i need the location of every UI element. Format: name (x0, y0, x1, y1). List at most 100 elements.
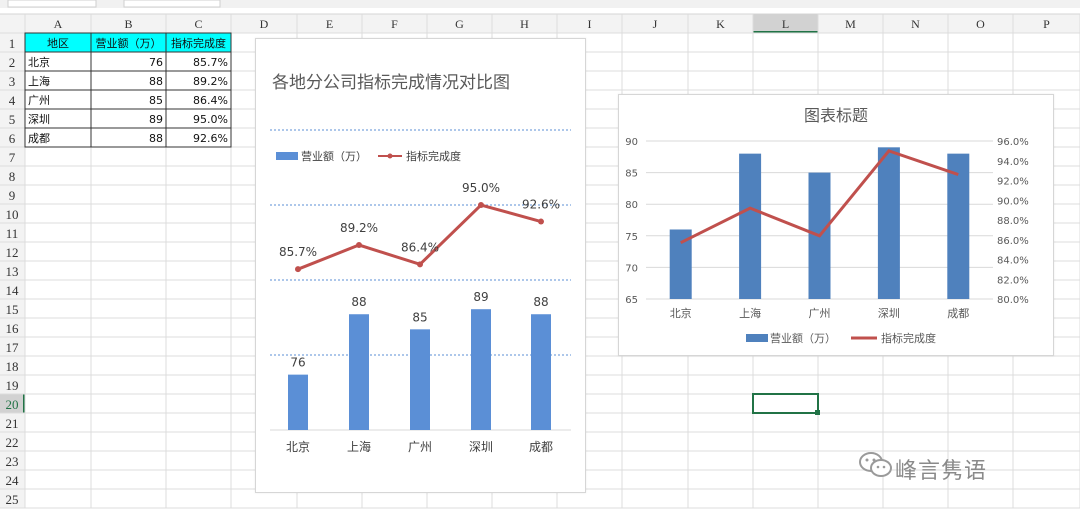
line-data-label: 89.2% (340, 221, 378, 235)
table-cell-value: 92.6% (193, 132, 228, 145)
legend-bar-swatch (746, 334, 768, 342)
chart-untitled[interactable]: 图表标题 65 70 75 80 85 90 80.0% 82.0% 84.0% 86.0% 88.0… (618, 94, 1054, 356)
y-right-tick: 96.0% (997, 137, 1029, 148)
row-header-23[interactable]: 23 (6, 454, 19, 469)
bar (877, 147, 900, 299)
table-cell-value: 89.2% (193, 75, 228, 88)
row-header-3[interactable]: 3 (9, 74, 16, 89)
row-header-5[interactable]: 5 (9, 112, 16, 127)
line-point (478, 202, 484, 208)
row-header-18[interactable]: 18 (6, 359, 19, 374)
row-header-16[interactable]: 16 (6, 321, 20, 336)
table-header-label: 指标完成度 (171, 36, 226, 50)
line-series (297, 203, 542, 271)
row-header-25[interactable]: 25 (6, 492, 19, 507)
column-header-p[interactable]: P (1043, 17, 1050, 31)
x-tick-label: 成都 (529, 440, 553, 454)
column-header-g[interactable]: G (455, 17, 464, 31)
row-header-19[interactable]: 19 (6, 378, 19, 393)
legend-bar-swatch (276, 152, 298, 160)
legend-bar-label: 营业额（万） (301, 149, 367, 163)
column-header-k[interactable]: K (716, 17, 725, 31)
bar-data-label: 76 (290, 356, 305, 370)
line-point (538, 218, 544, 225)
table-header-label: 营业额（万） (96, 36, 162, 50)
row-header-20[interactable]: 20 (6, 397, 19, 412)
y-right-tick: 94.0% (997, 157, 1029, 168)
bar-data-label: 89 (473, 290, 488, 304)
row-header-15[interactable]: 15 (6, 302, 19, 317)
column-header-e[interactable]: E (326, 17, 333, 31)
column-header-j[interactable]: J (653, 17, 658, 31)
y-right-tick: 92.0% (997, 177, 1029, 188)
row-header-13[interactable]: 13 (6, 264, 19, 279)
row-header-21[interactable]: 21 (6, 416, 19, 431)
chart-title: 图表标题 (804, 106, 868, 125)
table-cell-value: 上海 (28, 74, 50, 88)
table-cell-value: 86.4% (193, 94, 228, 107)
line-point (417, 261, 423, 268)
bar-data-label: 88 (533, 295, 548, 309)
row-header-11[interactable]: 11 (6, 226, 19, 241)
workbook-tab[interactable] (7, 0, 97, 8)
y-left-tick: 65 (625, 295, 638, 306)
watermark-text: 峰言隽语 (895, 459, 988, 484)
row-header-14[interactable]: 14 (6, 283, 20, 298)
legend-line-marker (387, 153, 393, 159)
column-header-m[interactable]: M (845, 17, 856, 31)
column-header-h[interactable]: H (520, 17, 529, 31)
table-cell-value: 北京 (28, 55, 50, 69)
table-header-label: 地区 (47, 37, 69, 50)
column-header-o[interactable]: O (976, 17, 985, 31)
watermark: 峰言隽语 (859, 452, 988, 485)
row-header-22[interactable]: 22 (6, 435, 19, 450)
row-header-17[interactable]: 17 (6, 340, 20, 355)
table-cell-value: 广州 (28, 94, 50, 107)
bar (947, 153, 970, 299)
row-header-24[interactable]: 24 (6, 473, 20, 488)
row-header-7[interactable]: 7 (9, 150, 16, 165)
chart1-svg: 各地分公司指标完成情况对比图营业额（万） 指标完成度 76 北京 88 上海 85 广州 89 深… (270, 73, 571, 454)
x-tick-label: 上海 (739, 306, 761, 320)
row-header-2[interactable]: 2 (9, 55, 16, 70)
line-data-label: 92.6% (522, 198, 560, 212)
fill-handle[interactable] (815, 410, 820, 415)
y-right-tick: 82.0% (997, 275, 1029, 286)
column-header-a[interactable]: A (54, 17, 63, 31)
row-header-4[interactable]: 4 (9, 93, 16, 108)
chart-target-completion[interactable]: 各地分公司指标完成情况对比图 营业额（万） 指标完成度 76 北京 88 上海 85 广州 89 深… (255, 38, 586, 493)
chart2-svg: 图表标题 65 70 75 80 85 90 80.0% 82.0% 84.0% 86.0% 88.0… (625, 106, 1029, 345)
column-header-f[interactable]: F (391, 17, 398, 31)
column-header-n[interactable]: N (911, 17, 920, 31)
y-right-tick: 90.0% (997, 196, 1029, 207)
x-tick-label: 北京 (670, 306, 692, 320)
row-header-10[interactable]: 10 (6, 207, 19, 222)
line-point (356, 242, 362, 249)
row-header-1[interactable]: 1 (9, 36, 16, 51)
row-header-9[interactable]: 9 (9, 188, 16, 203)
workbook-tab[interactable] (123, 0, 221, 8)
x-tick-label: 成都 (947, 307, 969, 320)
y-right-tick: 88.0% (997, 216, 1029, 227)
table-cell-value: 95.0% (193, 113, 228, 126)
column-header-i[interactable]: I (588, 17, 592, 31)
row-header-12[interactable]: 12 (6, 245, 19, 260)
x-tick-label: 广州 (408, 440, 432, 454)
active-cell[interactable] (752, 393, 819, 414)
row-header-6[interactable]: 6 (9, 131, 16, 146)
x-tick-label: 深圳 (878, 307, 900, 320)
x-tick-label: 北京 (286, 440, 310, 454)
column-header-d[interactable]: D (260, 17, 269, 31)
column-header-c[interactable]: C (194, 17, 202, 31)
row-header-8[interactable]: 8 (9, 169, 16, 184)
legend-line-label: 指标完成度 (881, 331, 936, 345)
x-tick-label: 上海 (347, 439, 371, 454)
legend-bar-label: 营业额（万） (770, 331, 836, 345)
table-cell-value: 88 (149, 75, 163, 88)
line-data-label: 86.4% (401, 240, 439, 254)
column-header-b[interactable]: B (124, 17, 132, 31)
y-left-tick: 90 (625, 137, 638, 148)
bar-data-label: 85 (412, 310, 427, 324)
column-header-l[interactable]: L (782, 17, 789, 31)
bar (410, 329, 430, 430)
